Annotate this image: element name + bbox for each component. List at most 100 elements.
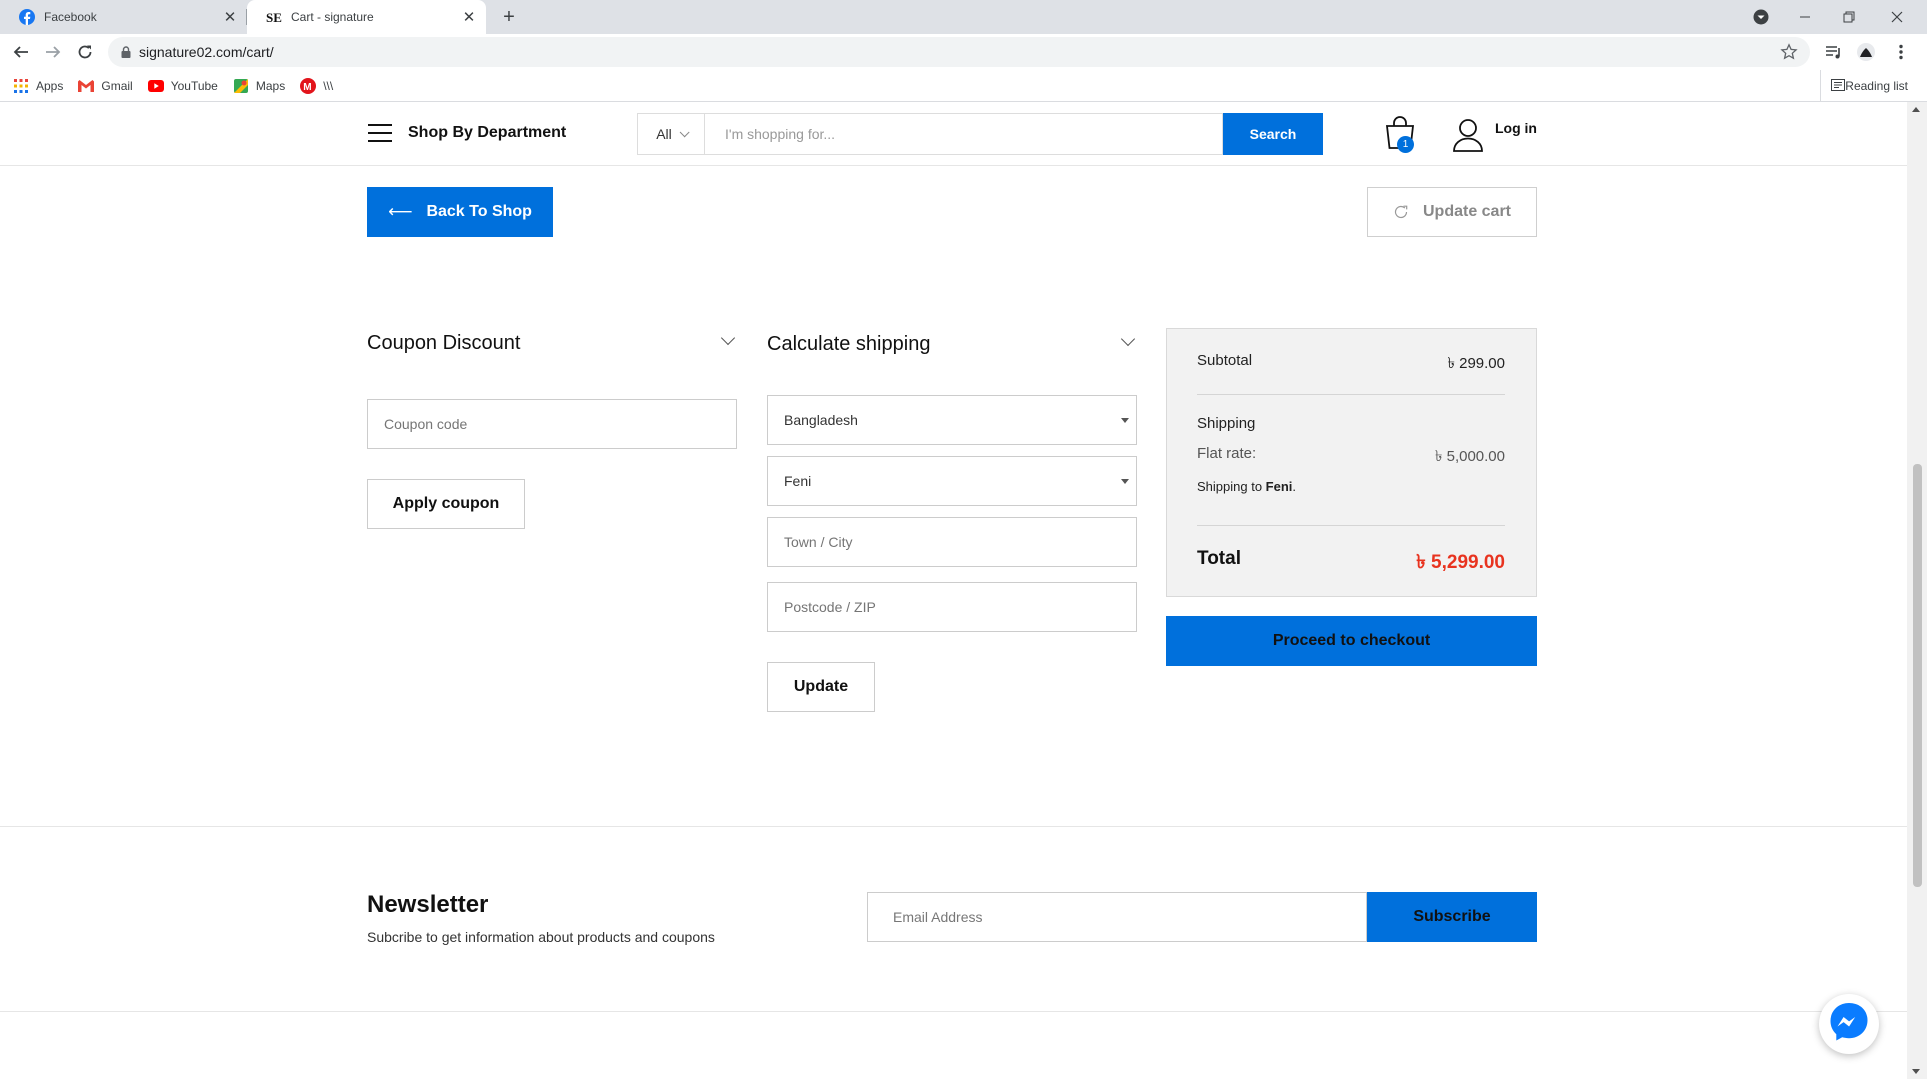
chevron-down-icon [679,126,690,137]
page-scrollbar[interactable] [1907,102,1927,1079]
maps-icon [233,78,249,94]
extension-icon[interactable] [1853,39,1879,65]
messenger-chat-button[interactable] [1819,994,1879,1054]
bookmark-label: YouTube [170,78,218,93]
cart-totals-box: Subtotal ৳ 299.00 Shipping Flat rate: ৳ … [1166,328,1537,597]
bookmark-label: Maps [255,78,286,93]
bookmark-label: Apps [36,78,64,93]
shipping-to-place: Feni [1265,479,1293,494]
search-category-select[interactable]: All [637,113,704,155]
bookmarks-bar: Apps Gmail YouTube Maps M \\\ Reading li… [0,70,1927,102]
coupon-chevron-down-icon[interactable] [720,330,736,346]
login-link[interactable]: Log in [1495,120,1537,136]
browser-tab-strip: Facebook ✕ SE Cart - signature ✕ + [0,0,1927,34]
bookmark-apps[interactable]: Apps [13,78,63,94]
arrow-left-icon: ⟵ [388,202,413,221]
svg-text:M: M [303,81,311,92]
reading-list-button[interactable]: Reading list [1820,70,1908,102]
reading-list-icon [1831,78,1846,94]
bookmark-star-icon[interactable] [1780,43,1798,66]
signature-favicon-icon: SE [266,9,282,25]
search-input[interactable] [704,113,1223,155]
svg-text:SE: SE [266,10,282,25]
messenger-icon [1827,1000,1871,1049]
update-cart-label: Update cart [1422,203,1512,220]
back-to-shop-button[interactable]: ⟵ Back To Shop [367,187,553,237]
state-select[interactable]: Feni [767,456,1137,506]
hamburger-icon [368,124,392,142]
newsletter-title: Newsletter [367,891,489,918]
gmail-icon [78,78,95,94]
close-icon[interactable]: ✕ [458,6,480,28]
new-tab-button[interactable]: + [497,6,521,30]
total-amount: ৳ 5,299.00 [1416,552,1505,573]
caret-down-icon [1121,479,1129,484]
search-button[interactable]: Search [1223,113,1323,155]
shipping-label-row: Shipping [1197,415,1505,432]
search-category-value: All [656,126,672,142]
url-text: signature02.com/cart/ [139,44,274,60]
tab-title: Cart - signature [291,10,374,24]
shipping-to-prefix: Shipping to [1197,479,1266,494]
facebook-icon [19,9,35,25]
close-icon[interactable]: ✕ [219,6,241,28]
subtotal-row: Subtotal ৳ 299.00 [1197,352,1505,372]
user-account-icon[interactable] [1452,117,1484,153]
tab-title: Facebook [44,10,97,24]
country-select[interactable]: Bangladesh [767,395,1137,445]
flat-rate-label: Flat rate: [1197,445,1257,462]
calculate-shipping-title: Calculate shipping [767,333,931,355]
bookmark-maps[interactable]: Maps [233,78,285,94]
bookmark-gmail[interactable]: Gmail [78,78,133,94]
site-header: Shop By Department All Search 1 Log in [0,102,1907,166]
youtube-icon [147,78,164,94]
totals-divider [1197,394,1505,395]
postcode-input[interactable] [767,582,1137,632]
update-cart-button[interactable]: Update cart [1367,187,1537,237]
footer-divider [0,1011,1907,1012]
refresh-icon [1393,204,1409,220]
restore-icon[interactable] [1827,0,1871,34]
totals-divider [1197,525,1505,526]
address-bar[interactable]: signature02.com/cart/ [108,37,1810,67]
browser-menu-icon[interactable] [1888,39,1914,65]
proceed-to-checkout-button[interactable]: Proceed to checkout [1166,616,1537,666]
back-arrow-icon[interactable] [8,39,34,65]
close-window-icon[interactable] [1875,0,1919,34]
tab-cart-signature[interactable]: SE Cart - signature ✕ [247,0,486,34]
shipping-label: Shipping [1197,415,1256,432]
media-control-icon[interactable] [1821,39,1847,65]
town-city-input[interactable] [767,517,1137,567]
reload-icon[interactable] [72,39,98,65]
bookmark-label: \\\ [323,78,334,93]
bookmark-youtube[interactable]: YouTube [147,78,218,94]
scroll-down-arrow-icon[interactable] [1912,1069,1920,1074]
flat-rate-amount: ৳ 5,000.00 [1434,448,1505,465]
scroll-up-arrow-icon[interactable] [1912,107,1920,112]
bookmark-label: Gmail [101,78,133,93]
state-value: Feni [784,473,812,489]
back-to-shop-label: Back To Shop [426,203,532,220]
scrollbar-thumb[interactable] [1913,464,1922,887]
total-row: Total ৳ 5,299.00 [1197,548,1505,573]
coupon-discount-title: Coupon Discount [367,332,521,354]
shipping-chevron-down-icon[interactable] [1120,331,1136,347]
coupon-code-input[interactable] [367,399,737,449]
minimize-icon[interactable] [1783,0,1827,34]
section-divider [0,826,1907,827]
subtotal-label: Subtotal [1197,352,1253,369]
profile-menu-icon[interactable] [1739,0,1783,34]
tab-facebook[interactable]: Facebook ✕ [0,0,247,34]
subscribe-button[interactable]: Subscribe [1367,892,1537,942]
update-shipping-button[interactable]: Update [767,662,875,712]
shop-by-department-menu[interactable]: Shop By Department [368,124,566,142]
lock-icon [121,46,131,58]
apply-coupon-button[interactable]: Apply coupon [367,479,525,529]
newsletter-email-input[interactable] [867,892,1367,942]
browser-toolbar: signature02.com/cart/ [0,34,1927,70]
flat-rate-row: Flat rate: ৳ 5,000.00 [1197,445,1505,465]
forward-arrow-icon[interactable] [40,39,66,65]
search-form: All Search [637,113,1323,155]
reading-list-label: Reading list [1845,79,1908,93]
bookmark-custom[interactable]: M \\\ [300,77,334,94]
